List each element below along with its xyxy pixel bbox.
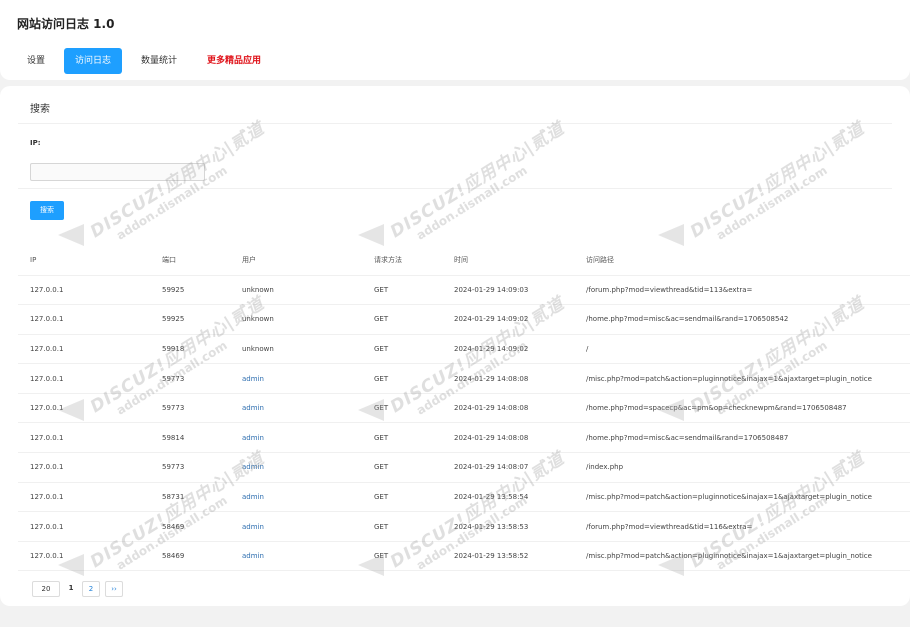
cell-ip: 127.0.0.1 bbox=[18, 422, 150, 454]
next-page-button[interactable]: ›› bbox=[105, 581, 123, 597]
cell-user[interactable]: admin bbox=[230, 393, 362, 424]
cell-method: GET bbox=[362, 393, 442, 424]
cell-method: GET bbox=[362, 541, 442, 572]
header-time: 时间 bbox=[442, 245, 574, 276]
cell-path: /home.php?mod=misc&ac=sendmail&rand=1706… bbox=[574, 422, 910, 454]
cell-method: GET bbox=[362, 304, 442, 335]
header-port: 端口 bbox=[150, 245, 230, 276]
table-row: 127.0.0.1 59773 admin GET 2024-01-29 14:08:0… bbox=[18, 452, 910, 483]
cell-ip: 127.0.0.1 bbox=[18, 275, 150, 306]
cell-method: GET bbox=[362, 422, 442, 454]
search-section-title: 搜索 bbox=[30, 104, 50, 115]
cell-user: unknown bbox=[230, 304, 362, 335]
cell-path: /home.php?mod=misc&ac=sendmail&rand=1706… bbox=[574, 304, 910, 335]
cell-time: 2024-01-29 14:08:08 bbox=[442, 422, 574, 454]
tab-more-apps[interactable]: 更多精品应用 bbox=[196, 48, 272, 74]
cell-path: /index.php bbox=[574, 452, 910, 483]
cell-method: GET bbox=[362, 334, 442, 365]
table-row: 127.0.0.1 59773 admin GET 2024-01-29 14:08:0… bbox=[18, 393, 910, 424]
tab-bar: 设置 访问日志 数量统计 更多精品应用 bbox=[16, 48, 280, 74]
table-row: 127.0.0.1 59925 unknown GET 2024-01-29 14:09… bbox=[18, 304, 910, 335]
cell-user[interactable]: admin bbox=[230, 452, 362, 483]
cell-ip: 127.0.0.1 bbox=[18, 363, 150, 394]
cell-port: 59925 bbox=[150, 275, 230, 306]
cell-port: 59814 bbox=[150, 422, 230, 454]
divider bbox=[18, 188, 892, 189]
cell-port: 58731 bbox=[150, 482, 230, 513]
ip-input[interactable] bbox=[30, 163, 205, 181]
cell-path: /forum.php?mod=viewthread&tid=113&extra= bbox=[574, 275, 910, 306]
cell-user[interactable]: admin bbox=[230, 511, 362, 542]
app-title: 网站访问日志 1.0 bbox=[17, 17, 115, 31]
cell-user[interactable]: admin bbox=[230, 541, 362, 572]
cell-ip: 127.0.0.1 bbox=[18, 304, 150, 335]
cell-ip: 127.0.0.1 bbox=[18, 334, 150, 365]
cell-path: / bbox=[574, 334, 910, 365]
cell-ip: 127.0.0.1 bbox=[18, 452, 150, 483]
table-row: 127.0.0.1 59773 admin GET 2024-01-29 14:08:0… bbox=[18, 363, 910, 394]
table-header-row: IP 端口 用户 请求方法 时间 访问路径 bbox=[18, 245, 910, 276]
table-row: 127.0.0.1 58469 admin GET 2024-01-29 13:58:5… bbox=[18, 511, 910, 542]
cell-method: GET bbox=[362, 363, 442, 394]
page-size-select[interactable]: 20 bbox=[32, 581, 60, 597]
tab-access-log[interactable]: 访问日志 bbox=[64, 48, 123, 74]
cell-time: 2024-01-29 14:09:02 bbox=[442, 304, 574, 335]
cell-time: 2024-01-29 14:08:08 bbox=[442, 363, 574, 394]
header-method: 请求方法 bbox=[362, 245, 442, 276]
cell-user[interactable]: admin bbox=[230, 482, 362, 513]
cell-path: /forum.php?mod=viewthread&tid=116&extra= bbox=[574, 511, 910, 542]
cell-user: unknown bbox=[230, 275, 362, 306]
cell-user[interactable]: admin bbox=[230, 363, 362, 394]
header-path: 访问路径 bbox=[574, 245, 910, 276]
divider bbox=[18, 123, 892, 124]
cell-time: 2024-01-29 14:08:07 bbox=[442, 452, 574, 483]
page-link-2[interactable]: 2 bbox=[82, 581, 100, 597]
cell-time: 2024-01-29 14:08:08 bbox=[442, 393, 574, 424]
ip-field-label: IP: bbox=[30, 139, 41, 147]
cell-ip: 127.0.0.1 bbox=[18, 482, 150, 513]
cell-port: 59918 bbox=[150, 334, 230, 365]
cell-path: /misc.php?mod=patch&action=pluginnotice&… bbox=[574, 482, 910, 513]
search-button[interactable]: 搜索 bbox=[30, 201, 64, 220]
cell-method: GET bbox=[362, 482, 442, 513]
cell-port: 59925 bbox=[150, 304, 230, 335]
cell-port: 59773 bbox=[150, 363, 230, 394]
table-body: 127.0.0.1 59925 unknown GET 2024-01-29 14:09… bbox=[18, 275, 910, 572]
cell-port: 59773 bbox=[150, 393, 230, 424]
access-log-table: IP 端口 用户 请求方法 时间 访问路径 127.0.0.1 59925 unknown GE… bbox=[18, 245, 910, 572]
tab-statistics[interactable]: 数量统计 bbox=[130, 48, 188, 74]
cell-path: /misc.php?mod=patch&action=pluginnotice&… bbox=[574, 363, 910, 394]
table-row: 127.0.0.1 59918 unknown GET 2024-01-29 14:09… bbox=[18, 334, 910, 365]
top-bar: 网站访问日志 1.0 设置 访问日志 数量统计 更多精品应用 bbox=[0, 0, 910, 80]
cell-time: 2024-01-29 13:58:54 bbox=[442, 482, 574, 513]
cell-port: 59773 bbox=[150, 452, 230, 483]
table-row: 127.0.0.1 58469 admin GET 2024-01-29 13:58:5… bbox=[18, 541, 910, 572]
table-row: 127.0.0.1 58731 admin GET 2024-01-29 13:58:5… bbox=[18, 482, 910, 513]
cell-method: GET bbox=[362, 275, 442, 306]
cell-port: 58469 bbox=[150, 541, 230, 572]
header-user: 用户 bbox=[230, 245, 362, 276]
current-page: 1 bbox=[65, 581, 77, 597]
pagination: 20 1 2 ›› bbox=[32, 581, 128, 597]
table-row: 127.0.0.1 59925 unknown GET 2024-01-29 14:09… bbox=[18, 275, 910, 306]
cell-time: 2024-01-29 14:09:02 bbox=[442, 334, 574, 365]
cell-time: 2024-01-29 13:58:53 bbox=[442, 511, 574, 542]
cell-path: /home.php?mod=spacecp&ac=pm&op=checknewp… bbox=[574, 393, 910, 424]
cell-user: unknown bbox=[230, 334, 362, 365]
cell-method: GET bbox=[362, 511, 442, 542]
log-panel: 搜索 IP: 搜索 IP 端口 用户 请求方法 时间 访问路径 127.0.0.1 5992… bbox=[0, 86, 910, 606]
cell-ip: 127.0.0.1 bbox=[18, 541, 150, 572]
cell-path: /misc.php?mod=patch&action=pluginnotice&… bbox=[574, 541, 910, 572]
cell-ip: 127.0.0.1 bbox=[18, 393, 150, 424]
cell-method: GET bbox=[362, 452, 442, 483]
cell-time: 2024-01-29 14:09:03 bbox=[442, 275, 574, 306]
cell-ip: 127.0.0.1 bbox=[18, 511, 150, 542]
header-ip: IP bbox=[18, 245, 150, 276]
cell-user[interactable]: admin bbox=[230, 422, 362, 454]
cell-time: 2024-01-29 13:58:52 bbox=[442, 541, 574, 572]
table-row: 127.0.0.1 59814 admin GET 2024-01-29 14:08:0… bbox=[18, 422, 910, 454]
tab-settings[interactable]: 设置 bbox=[16, 48, 56, 74]
cell-port: 58469 bbox=[150, 511, 230, 542]
